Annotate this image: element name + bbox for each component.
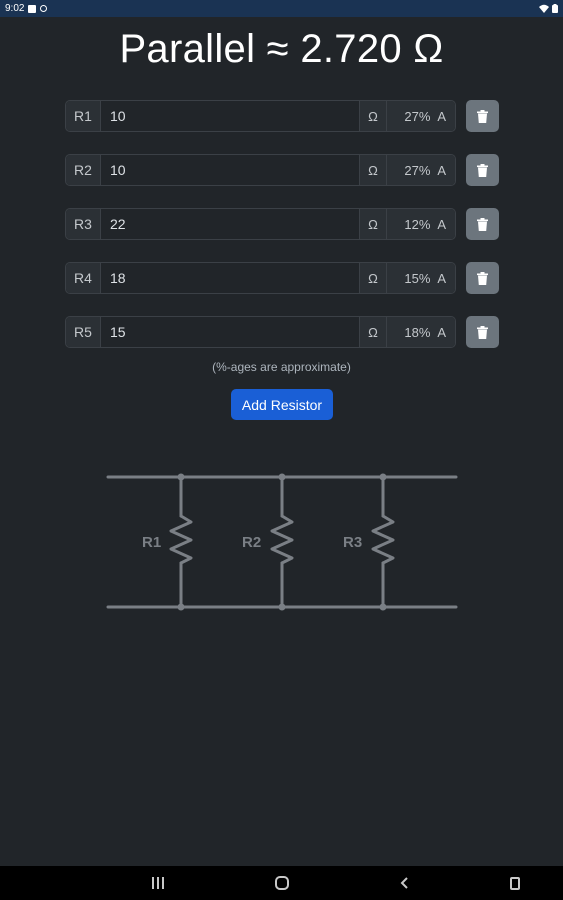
rotate-icon[interactable]: [508, 874, 522, 892]
resistor-symbol: [371, 475, 395, 609]
current-percentage: 15% A: [387, 263, 455, 293]
current-percentage: 27% A: [387, 155, 455, 185]
battery-icon: [552, 4, 558, 13]
ohm-unit: Ω: [360, 209, 387, 239]
diagram-label: R2: [242, 534, 261, 551]
resistor-label: R3: [66, 209, 101, 239]
status-time: 9:02: [5, 3, 25, 14]
trash-icon: [477, 271, 488, 285]
junction-dot: [177, 473, 185, 481]
current-percentage: 27% A: [387, 101, 455, 131]
resistor-input-group: R4 18 Ω 15% A: [65, 262, 456, 294]
gallery-notification-icon: [28, 4, 37, 13]
status-bar: 9:02: [0, 0, 563, 17]
resistor-symbol: [169, 475, 193, 609]
current-percentage: 12% A: [387, 209, 455, 239]
ohm-unit: Ω: [360, 101, 387, 131]
trash-icon: [477, 325, 488, 339]
navigation-bar: [0, 866, 563, 900]
ohm-unit: Ω: [360, 263, 387, 293]
recents-icon[interactable]: [151, 874, 165, 892]
delete-resistor-button[interactable]: [466, 100, 499, 132]
sync-notification-icon: [40, 5, 48, 12]
resistance-input[interactable]: 10: [101, 155, 360, 185]
junction-dot: [379, 603, 387, 611]
resistor-input-group: R1 10 Ω 27% A: [65, 100, 456, 132]
resistance-input[interactable]: 18: [101, 263, 360, 293]
home-icon[interactable]: [274, 874, 290, 892]
delete-resistor-button[interactable]: [466, 208, 499, 240]
trash-icon: [477, 217, 488, 231]
resistor-input-group: R5 15 Ω 18% A: [65, 316, 456, 348]
trash-icon: [477, 163, 488, 177]
ohm-unit: Ω: [360, 155, 387, 185]
resistance-input[interactable]: 10: [101, 101, 360, 131]
delete-resistor-button[interactable]: [466, 154, 499, 186]
add-resistor-button[interactable]: Add Resistor: [231, 389, 333, 420]
resistor-label: R2: [66, 155, 101, 185]
junction-dot: [379, 473, 387, 481]
delete-resistor-button[interactable]: [466, 262, 499, 294]
resistor-row: R3 22 Ω 12% A: [65, 208, 499, 240]
back-icon[interactable]: [399, 874, 411, 892]
resistance-input[interactable]: 22: [101, 209, 360, 239]
trash-icon: [477, 109, 488, 123]
parallel-circuit-diagram: R1 R2 R3: [106, 473, 458, 611]
resistor-row: R2 10 Ω 27% A: [65, 154, 499, 186]
diagram-label: R3: [343, 534, 362, 551]
wifi-icon: [539, 4, 549, 13]
resistor-label: R4: [66, 263, 101, 293]
delete-resistor-button[interactable]: [466, 316, 499, 348]
ohm-unit: Ω: [360, 317, 387, 347]
approximation-note: (%-ages are approximate): [212, 360, 351, 374]
resistor-row: R4 18 Ω 15% A: [65, 262, 499, 294]
resistor-symbol: [270, 475, 294, 609]
resistance-input[interactable]: 15: [101, 317, 360, 347]
junction-dot: [278, 473, 286, 481]
resistor-row: R1 10 Ω 27% A: [65, 100, 499, 132]
junction-dot: [278, 603, 286, 611]
junction-dot: [177, 603, 185, 611]
resistor-input-group: R2 10 Ω 27% A: [65, 154, 456, 186]
page-title: Parallel ≈ 2.720 Ω: [119, 27, 444, 71]
resistor-label: R5: [66, 317, 101, 347]
resistor-row: R5 15 Ω 18% A: [65, 316, 499, 348]
diagram-label: R1: [142, 534, 161, 551]
resistor-input-group: R3 22 Ω 12% A: [65, 208, 456, 240]
resistor-label: R1: [66, 101, 101, 131]
current-percentage: 18% A: [387, 317, 455, 347]
